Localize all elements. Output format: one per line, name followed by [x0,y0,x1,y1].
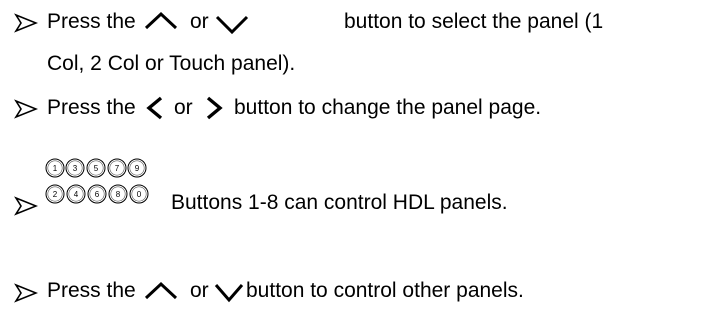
keypad-key-2: 2 [45,184,65,204]
arrowhead-bullet-icon [14,99,38,119]
keypad-key-label: 3 [73,164,78,173]
keypad-key-0: 0 [129,184,149,204]
chevron-up-icon [144,11,178,30]
keypad-bottom-row: 2 4 6 8 0 [45,184,149,204]
chevron-left-icon [146,96,163,120]
chevron-right-icon [206,96,223,120]
keypad-key-label: 7 [115,164,120,173]
keypad-key-label: 8 [116,190,121,199]
keypad-key-label: 6 [95,190,100,199]
instruction-or: or [190,279,209,302]
keypad-top-row: 1 3 5 7 9 [45,158,147,178]
instruction-or: or [174,96,193,119]
keypad-key-5: 5 [86,158,106,178]
chevron-up-icon [144,281,178,300]
instruction-suffix: button to select the panel (1 [344,10,604,33]
chevron-down-icon [215,15,249,35]
arrowhead-bullet-icon [14,13,38,33]
arrowhead-bullet-icon [14,196,38,216]
keypad-key-7: 7 [107,158,127,178]
keypad-key-label: 1 [53,164,58,173]
instruction-prefix: Press the [47,96,136,119]
instruction-continuation: Col, 2 Col or Touch panel). [47,52,296,75]
keypad-key-label: 5 [94,164,99,173]
instruction-or: or [190,10,209,33]
keypad-key-1: 1 [45,158,65,178]
keypad-key-label: 4 [74,190,79,199]
keypad-key-label: 0 [137,190,142,199]
instruction-suffix: button to control other panels. [246,279,524,302]
keypad-key-label: 9 [135,164,140,173]
instruction-prefix: Press the [47,279,136,302]
instruction-suffix: button to change the panel page. [234,96,542,119]
keypad-key-9: 9 [127,158,147,178]
keypad-key-4: 4 [66,184,86,204]
arrowhead-bullet-icon [14,283,38,303]
keypad-key-8: 8 [108,184,128,204]
keypad-key-6: 6 [87,184,107,204]
keypad-key-3: 3 [65,158,85,178]
instruction-keypad-text: Buttons 1-8 can control HDL panels. [171,191,508,214]
keypad-key-label: 2 [53,190,58,199]
instruction-prefix: Press the [47,10,136,33]
chevron-down-icon [214,284,244,303]
